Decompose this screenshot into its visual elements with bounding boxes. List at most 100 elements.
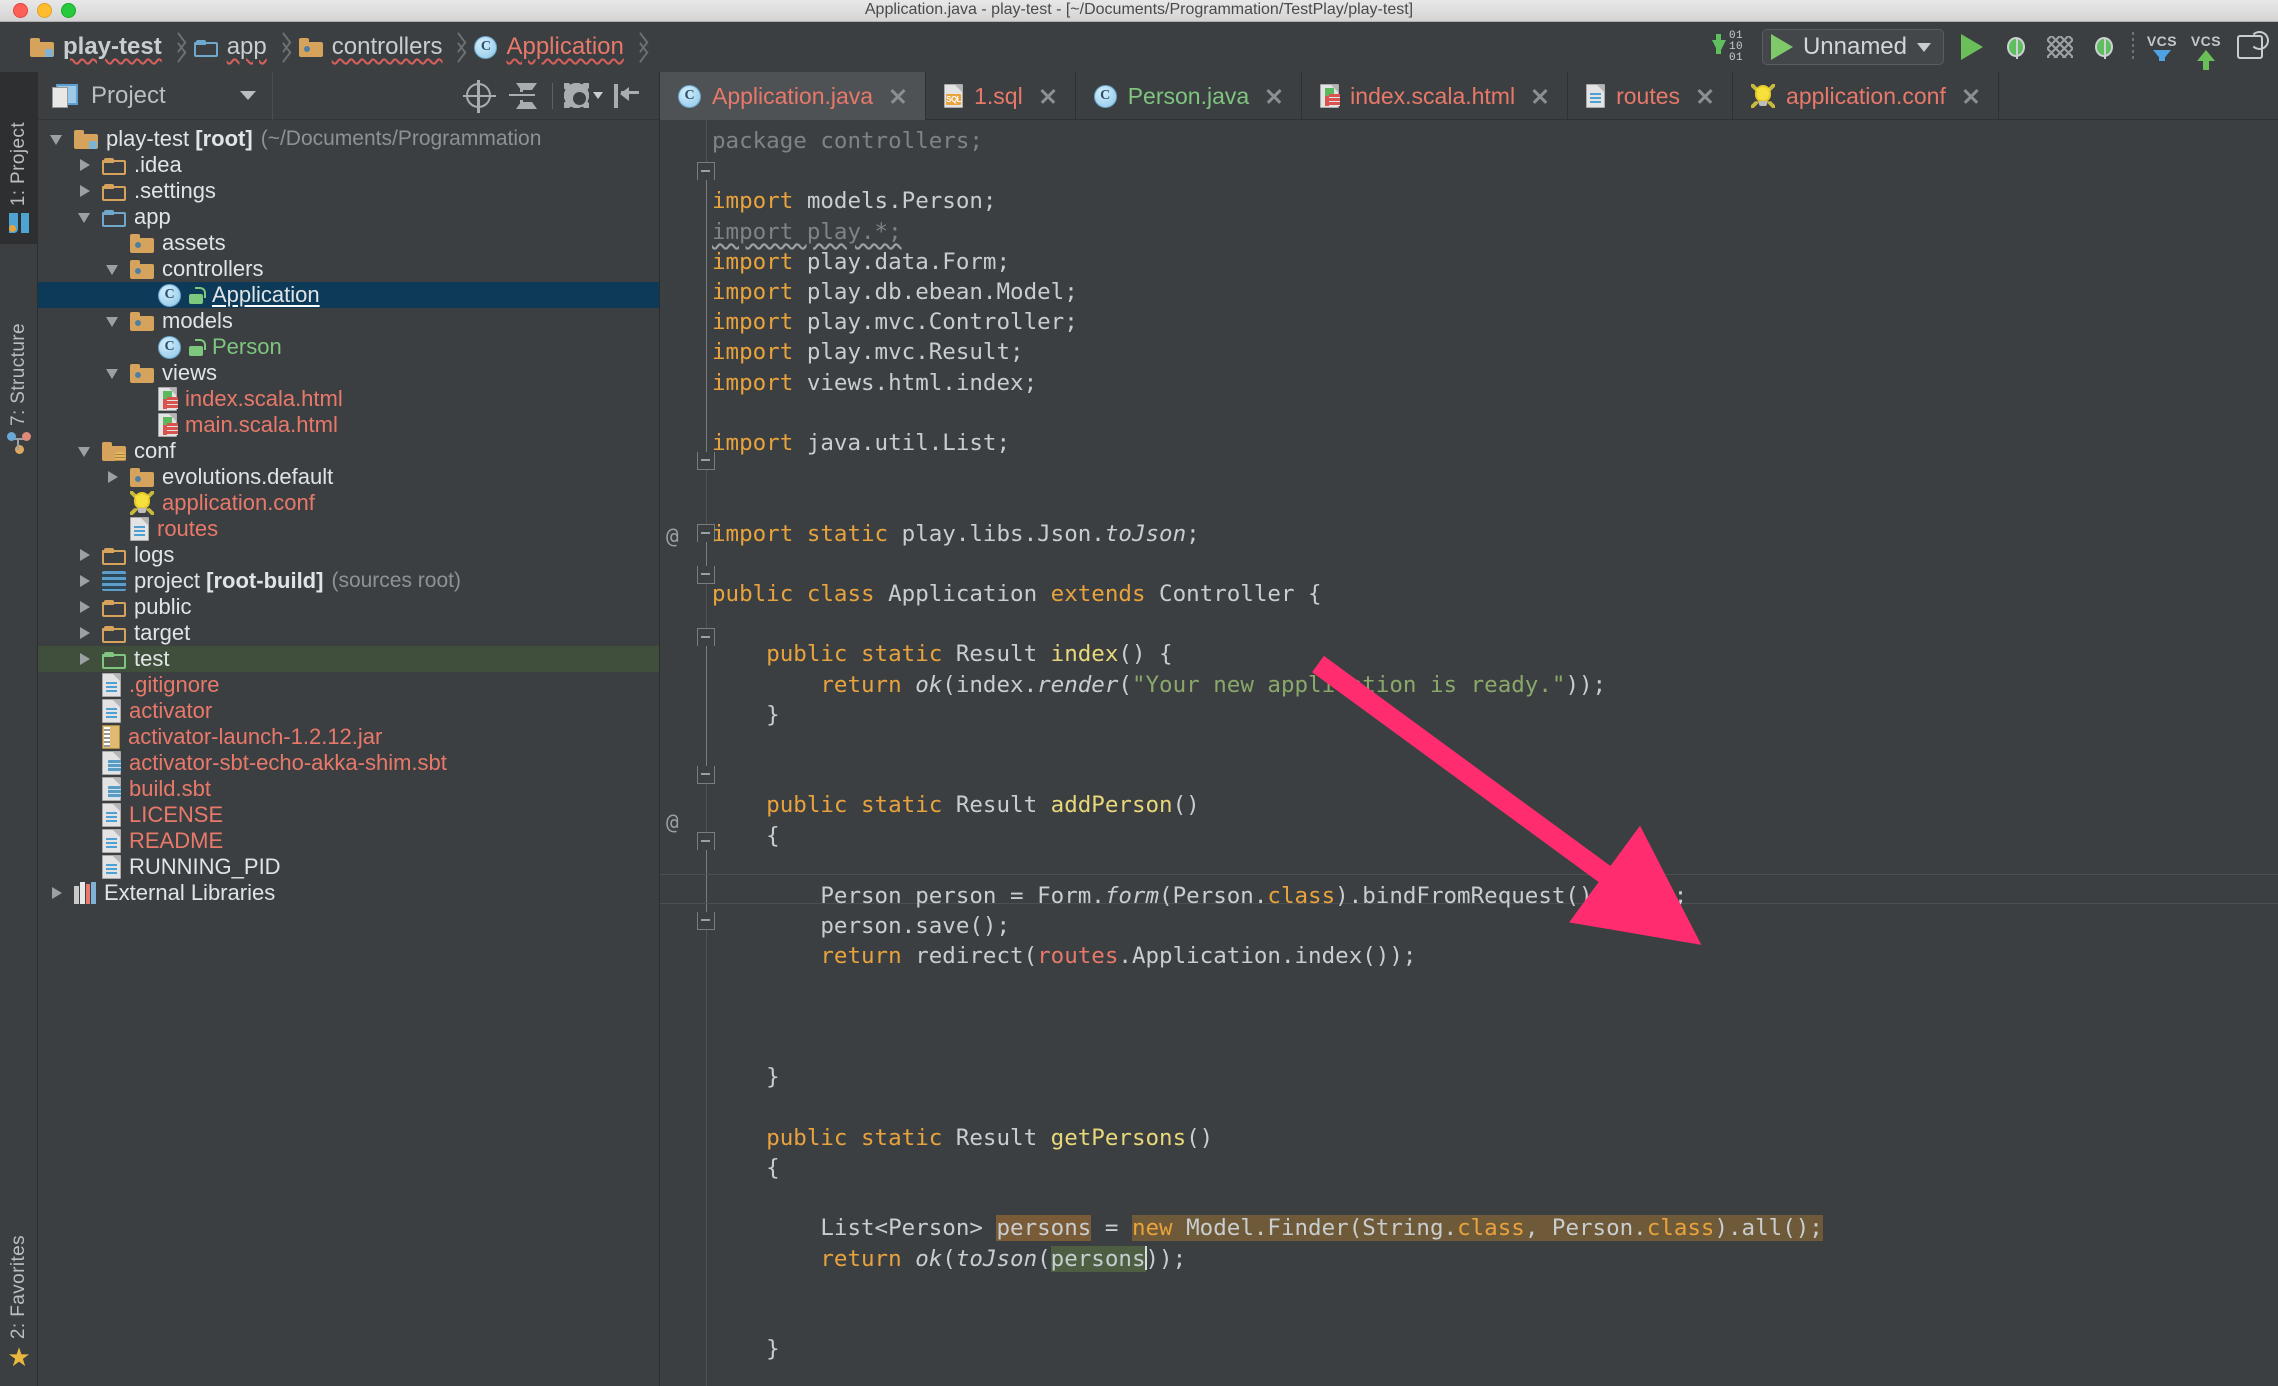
- editor-tab-1-sql[interactable]: SQL 1.sql: [926, 72, 1076, 120]
- breadcrumb-item-app[interactable]: app: [190, 22, 273, 72]
- chevron-right-icon[interactable]: [76, 598, 94, 616]
- chevron-down-icon[interactable]: [104, 364, 122, 382]
- chevron-right-icon[interactable]: [48, 884, 66, 902]
- code-content[interactable]: package controllers; import models.Perso…: [712, 120, 2278, 1386]
- tree-item-controllers[interactable]: controllers: [38, 256, 659, 282]
- tree-item-main-scala-html[interactable]: main.scala.html: [38, 412, 659, 438]
- sync-button[interactable]: [2228, 25, 2272, 69]
- tree-item-readme[interactable]: README: [38, 828, 659, 854]
- chevron-down-icon[interactable]: [48, 130, 66, 148]
- tree-item-application[interactable]: C Application: [38, 282, 659, 308]
- vcs-commit-button[interactable]: VCS: [2184, 25, 2228, 70]
- hide-panel-button[interactable]: [607, 76, 647, 116]
- debug-button[interactable]: [1994, 25, 2038, 69]
- tree-item-label: .gitignore: [129, 672, 220, 697]
- tree-item--gitignore[interactable]: .gitignore: [38, 672, 659, 698]
- chevron-right-icon[interactable]: [104, 468, 122, 486]
- sync-icon: [2237, 31, 2269, 59]
- tree-item--idea[interactable]: .idea: [38, 152, 659, 178]
- close-icon[interactable]: [1960, 85, 1982, 107]
- tree-item-public[interactable]: public: [38, 594, 659, 620]
- vcs-update-icon: VCS: [2140, 33, 2184, 61]
- run-button[interactable]: [1950, 25, 1994, 69]
- tree-item-application-conf[interactable]: application.conf: [38, 490, 659, 516]
- sbt-file-icon: [102, 751, 121, 775]
- tree-item-external-libraries[interactable]: External Libraries: [38, 880, 659, 906]
- tree-item-logs[interactable]: logs: [38, 542, 659, 568]
- project-view-selector[interactable]: Project: [38, 71, 273, 120]
- tree-item-build-sbt[interactable]: build.sbt: [38, 776, 659, 802]
- editor-tab-label: 1.sql: [974, 82, 1023, 109]
- tree-arrow-spacer: [76, 858, 94, 876]
- tree-item-project[interactable]: project [root-build] (sources root): [38, 568, 659, 594]
- close-icon[interactable]: [1037, 85, 1059, 107]
- editor-tab-bar[interactable]: C Application.java SQL 1.sql C Person.java ind…: [660, 72, 2278, 120]
- chevron-right-icon[interactable]: [76, 624, 94, 642]
- chevron-down-icon[interactable]: [104, 260, 122, 278]
- close-icon[interactable]: [1529, 85, 1551, 107]
- editor-tab-routes[interactable]: routes: [1568, 72, 1734, 120]
- chevron-down-icon[interactable]: [76, 442, 94, 460]
- sidebar-item-project[interactable]: 1: Project: [0, 72, 38, 244]
- vcs-update-button[interactable]: VCS: [2140, 25, 2184, 69]
- editor-tab-application-conf[interactable]: application.conf: [1733, 72, 1999, 120]
- tree-item-routes[interactable]: routes: [38, 516, 659, 542]
- vcs-label: VCS: [2190, 33, 2222, 49]
- chevron-right-icon[interactable]: [76, 650, 94, 668]
- unlocked-padlock-icon: [189, 338, 206, 356]
- tree-item-views[interactable]: views: [38, 360, 659, 386]
- tree-item-evolutions-default[interactable]: evolutions.default: [38, 464, 659, 490]
- chevron-right-icon[interactable]: [76, 572, 94, 590]
- tree-item--settings[interactable]: .settings: [38, 178, 659, 204]
- tree-item-play-test[interactable]: play-test [root] (~/Documents/Programmat…: [38, 126, 659, 152]
- tree-item-activator[interactable]: activator: [38, 698, 659, 724]
- sidebar-item-structure[interactable]: 7: Structure: [0, 252, 38, 464]
- breadcrumb-item-application[interactable]: C Application: [470, 22, 629, 72]
- tree-item-index-scala-html[interactable]: index.scala.html: [38, 386, 659, 412]
- tree-arrow-spacer: [132, 390, 150, 408]
- project-tree[interactable]: play-test [root] (~/Documents/Programmat…: [38, 120, 659, 1386]
- tree-item-running-pid[interactable]: RUNNING_PID: [38, 854, 659, 880]
- scala-html-file-icon: [158, 413, 178, 437]
- folder-icon: [102, 624, 126, 643]
- tree-item-label: assets: [162, 230, 226, 255]
- chevron-right-icon[interactable]: [76, 546, 94, 564]
- chevron-down-icon[interactable]: [104, 312, 122, 330]
- close-icon[interactable]: [1263, 85, 1285, 107]
- chevron-down-icon[interactable]: [76, 208, 94, 226]
- editor-tab-application-java[interactable]: C Application.java: [660, 72, 927, 120]
- chevron-right-icon[interactable]: [76, 182, 94, 200]
- tree-item-target[interactable]: target: [38, 620, 659, 646]
- breadcrumb-item-project[interactable]: play-test: [26, 22, 168, 72]
- tree-item-app[interactable]: app: [38, 204, 659, 230]
- editor-tab-person-java[interactable]: C Person.java: [1076, 72, 1303, 120]
- breadcrumb-item-controllers[interactable]: controllers: [295, 22, 449, 72]
- close-icon[interactable]: [1694, 85, 1716, 107]
- tree-arrow-spacer: [132, 286, 150, 304]
- project-panel-title: Project: [91, 81, 166, 109]
- close-icon[interactable]: [887, 85, 909, 107]
- settings-button[interactable]: [563, 76, 603, 116]
- tree-item-activator-sbt-echo-akka-shim-sbt[interactable]: activator-sbt-echo-akka-shim.sbt: [38, 750, 659, 776]
- collapse-all-button[interactable]: [502, 76, 542, 116]
- stop-debug-button[interactable]: [2082, 25, 2126, 69]
- tree-item-conf[interactable]: conf: [38, 438, 659, 464]
- sidebar-item-favorites[interactable]: ★ 2: Favorites: [0, 1180, 38, 1380]
- tree-item-test[interactable]: test: [38, 646, 659, 672]
- scroll-from-source-button[interactable]: [458, 76, 498, 116]
- tree-item-activator-launch-1-2-12-jar[interactable]: activator-launch-1.2.12.jar: [38, 724, 659, 750]
- tree-item-person[interactable]: C Person: [38, 334, 659, 360]
- editor-tab-index-scala-html[interactable]: index.scala.html: [1302, 72, 1569, 120]
- editor-gutter[interactable]: @ @: [660, 120, 715, 1386]
- chevron-right-icon[interactable]: [76, 156, 94, 174]
- tree-item-models[interactable]: models: [38, 308, 659, 334]
- tree-item-license[interactable]: LICENSE: [38, 802, 659, 828]
- run-configurations-selector[interactable]: Unnamed: [1761, 29, 1944, 65]
- text-file-icon: [130, 517, 149, 541]
- run-with-coverage-button[interactable]: [2038, 25, 2082, 69]
- editor-tab-label: index.scala.html: [1350, 82, 1516, 109]
- code-editor[interactable]: @ @ package controllers; import models.P…: [660, 120, 2278, 1386]
- update-project-button[interactable]: 01 10 01: [1711, 25, 1756, 69]
- sbt-file-icon: [102, 777, 121, 801]
- tree-item-assets[interactable]: assets: [38, 230, 659, 256]
